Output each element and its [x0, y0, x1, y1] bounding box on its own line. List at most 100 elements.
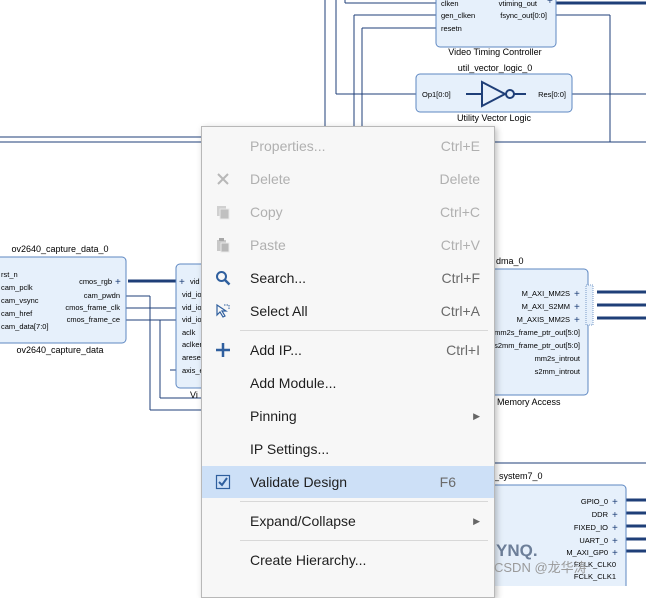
menu-item-search[interactable]: Search... Ctrl+F: [202, 262, 494, 294]
ov-port-cmos-frame-ce: cmos_frame_ce: [67, 315, 120, 324]
ps-port-fixed-io: FIXED_IO: [574, 523, 608, 532]
plus-icon: [214, 341, 232, 359]
menu-item-label: Paste: [250, 237, 286, 253]
menu-item-validate-design[interactable]: Validate Design F6: [202, 466, 494, 498]
svg-text:+: +: [612, 548, 618, 559]
copy-icon: [214, 203, 232, 221]
ps-port-uart-0: UART_0: [579, 536, 608, 545]
menu-item-properties[interactable]: Properties... Ctrl+E: [202, 130, 494, 162]
svg-text:+: +: [612, 510, 618, 521]
vid-port-0: vid: [190, 277, 200, 286]
svg-text:+: +: [612, 523, 618, 534]
vtc-port-fsync-out: fsync_out[0:0]: [500, 11, 547, 20]
menu-item-create-hierarchy[interactable]: Create Hierarchy...: [202, 544, 494, 576]
vdma-port-mm2s-introut: mm2s_introut: [535, 354, 581, 363]
menu-item-label: Add IP...: [250, 342, 302, 358]
menu-item-shortcut: Ctrl+I: [446, 342, 480, 358]
menu-item-label: Expand/Collapse: [250, 513, 356, 529]
menu-separator: [240, 501, 488, 502]
ov-port-cam-pwdn: cam_pwdn: [84, 291, 120, 300]
menu-item-label: Search...: [250, 270, 307, 286]
ps-port-ddr: DDR: [592, 510, 609, 519]
svg-text:+: +: [574, 289, 580, 300]
vdma-port-mm2s-frame-ptr: mm2s_frame_ptr_out[5:0]: [494, 328, 580, 337]
vtc-port-vtiming-out: vtiming_out: [499, 0, 538, 8]
ps-port-gpio-0: GPIO_0: [581, 497, 608, 506]
menu-item-select-all[interactable]: Select All Ctrl+A: [202, 295, 494, 327]
menu-item-paste[interactable]: Paste Ctrl+V: [202, 229, 494, 261]
menu-item-shortcut: F6: [439, 474, 456, 490]
menu-item-shortcut: Ctrl+V: [440, 237, 480, 253]
menu-item-shortcut: Ctrl+F: [441, 270, 481, 286]
menu-item-label: Select All: [250, 303, 308, 319]
submenu-arrow-icon: ▶: [473, 516, 480, 526]
menu-item-pinning[interactable]: Pinning ▶: [202, 400, 494, 432]
ov-port-cam-data: cam_data[7:0]: [1, 322, 49, 331]
ps-port-m-axi-gp0: M_AXI_GP0: [566, 548, 608, 557]
svg-text:+: +: [179, 277, 185, 288]
context-menu: Properties... Ctrl+E Delete Delete Copy …: [201, 126, 495, 598]
watermark: CSDN @龙华涛: [494, 560, 587, 575]
menu-item-label: IP Settings...: [250, 441, 330, 457]
vdma-port-s2mm-introut: s2mm_introut: [535, 367, 581, 376]
menu-item-copy[interactable]: Copy Ctrl+C: [202, 196, 494, 228]
ov-port-cmos-rgb: cmos_rgb: [79, 277, 112, 286]
video-in-title: Vi: [190, 390, 198, 400]
paste-icon: [214, 236, 232, 254]
ov-port-cam-href: cam_href: [1, 309, 33, 318]
vid-port-2: vid_io: [182, 303, 202, 312]
svg-text:+: +: [574, 302, 580, 313]
svg-text:+: +: [547, 0, 553, 7]
select-all-icon: [214, 302, 232, 320]
menu-item-delete[interactable]: Delete Delete: [202, 163, 494, 195]
close-icon: [214, 170, 232, 188]
uvl-port-op1: Op1[0:0]: [422, 90, 451, 99]
ov-port-cam-pclk: cam_pclk: [1, 283, 33, 292]
menu-item-shortcut: Ctrl+E: [440, 138, 480, 154]
uvl-name: util_vector_logic_0: [458, 63, 533, 73]
vdma-port-s2mm-frame-ptr: s2mm_frame_ptr_out[5:0]: [494, 341, 580, 350]
svg-text:+: +: [612, 536, 618, 547]
menu-separator: [240, 330, 488, 331]
ov-port-rst-n: rst_n: [1, 270, 18, 279]
check-icon: [214, 473, 232, 491]
menu-item-label: Properties...: [250, 138, 326, 154]
menu-item-add-ip[interactable]: Add IP... Ctrl+I: [202, 334, 494, 366]
uvl-port-res: Res[0:0]: [538, 90, 566, 99]
menu-item-label: Copy: [250, 204, 283, 220]
menu-item-label: Delete: [250, 171, 291, 187]
uvl-block[interactable]: util_vector_logic_0 Op1[0:0] Res[0:0] Ut…: [415, 63, 573, 123]
menu-item-expand-collapse[interactable]: Expand/Collapse ▶: [202, 505, 494, 537]
menu-item-label: Pinning: [250, 408, 297, 424]
menu-item-label: Create Hierarchy...: [250, 552, 367, 568]
ov-port-cmos-frame-clk: cmos_frame_clk: [65, 303, 120, 312]
menu-item-label: Validate Design: [250, 474, 348, 490]
svg-text:+: +: [612, 497, 618, 508]
vtc-port-clken: clken: [441, 0, 459, 8]
vdma-port-m-axis-mm2s: M_AXIS_MM2S: [517, 315, 570, 324]
vtc-port-resetn: resetn: [441, 24, 462, 33]
menu-item-label: Add Module...: [250, 375, 337, 391]
vid-port-3: vid_io: [182, 315, 202, 324]
menu-item-shortcut: Ctrl+C: [439, 204, 480, 220]
submenu-arrow-icon: ▶: [473, 411, 480, 421]
vdma-port-m-axi-s2mm: M_AXI_S2MM: [522, 302, 570, 311]
vdma-name: dma_0: [496, 256, 524, 266]
ov-port-cam-vsync: cam_vsync: [1, 296, 39, 305]
ov2640-name: ov2640_capture_data_0: [11, 244, 108, 254]
uvl-title: Utility Vector Logic: [457, 113, 532, 123]
vtc-block[interactable]: clken gen_clken resetn vtiming_out fsync…: [435, 0, 557, 57]
vtc-port-gen-clken: gen_clken: [441, 11, 475, 20]
menu-item-add-module[interactable]: Add Module...: [202, 367, 494, 399]
menu-item-shortcut: Ctrl+A: [440, 303, 480, 319]
ov2640-block[interactable]: ov2640_capture_data_0 rst_n cam_pclk cam…: [0, 244, 127, 355]
vdma-port-m-axi-mm2s: M_AXI_MM2S: [522, 289, 570, 298]
search-icon: [214, 269, 232, 287]
menu-item-ip-settings[interactable]: IP Settings...: [202, 433, 494, 465]
vtc-title: Video Timing Controller: [448, 47, 541, 57]
zynq-name: _system7_0: [493, 471, 543, 481]
ov2640-title: ov2640_capture_data: [16, 345, 103, 355]
svg-text:+: +: [115, 277, 121, 288]
vid-port-4: aclk: [182, 328, 196, 337]
menu-item-shortcut: Delete: [439, 171, 480, 187]
